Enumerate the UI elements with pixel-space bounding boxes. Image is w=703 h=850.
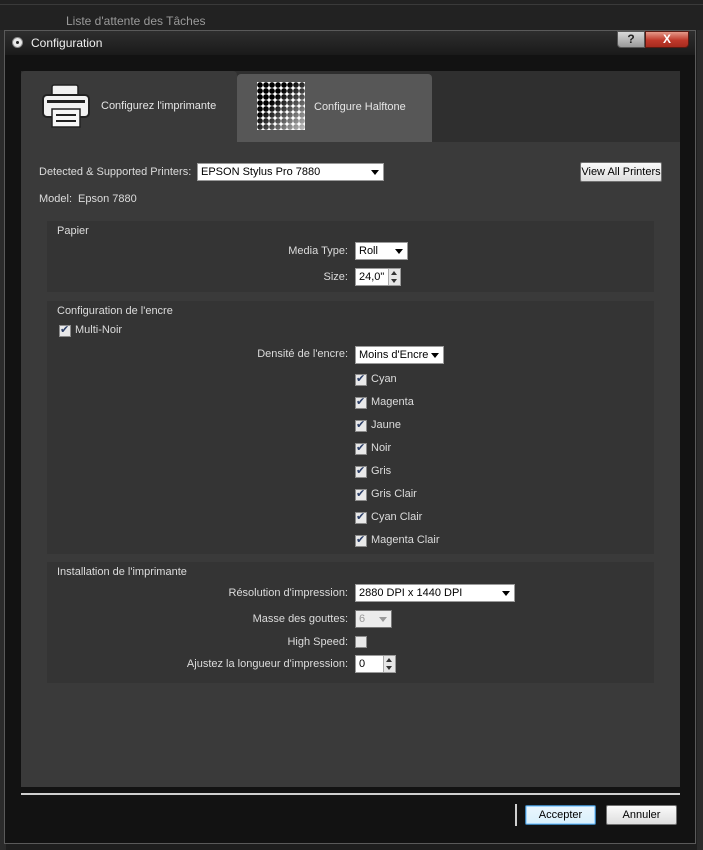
ink-label: Noir — [371, 442, 392, 454]
background-window-title: Liste d'attente des Tâches — [66, 14, 206, 28]
densite-select[interactable]: Moins d'Encre — [355, 346, 444, 364]
view-all-printers-button[interactable]: View All Printers — [580, 162, 662, 182]
densite-label: Densité de l'encre: — [257, 348, 348, 360]
stepper-up-icon[interactable] — [386, 658, 392, 662]
help-button[interactable]: ? — [617, 31, 645, 48]
close-button[interactable]: X — [645, 31, 689, 48]
tab-configure-halftone-label: Configure Halftone — [314, 101, 406, 113]
app-icon — [12, 37, 23, 48]
ink-checkbox-jaune[interactable] — [355, 418, 367, 432]
model-value: Epson 7880 — [78, 193, 137, 205]
longueur-label: Ajustez la longueur d'impression: — [186, 658, 348, 670]
tab-configure-halftone[interactable]: Configure Halftone — [237, 74, 432, 142]
ink-checkbox-gris-clair[interactable] — [355, 487, 367, 501]
cancel-button[interactable]: Annuler — [606, 805, 677, 825]
longueur-value: 0 — [359, 658, 366, 670]
configuration-dialog: Configuration ? X Configurez l'imprimant… — [4, 30, 696, 844]
papier-section: Papier Media Type: Roll Size: 24,0" — [47, 221, 654, 292]
detected-printers-value: EPSON Stylus Pro 7880 — [201, 166, 321, 178]
masse-label: Masse des gouttes: — [252, 613, 348, 625]
background-window-right-edge — [697, 30, 703, 850]
chevron-down-icon — [371, 170, 379, 175]
printer-icon — [42, 84, 90, 128]
stepper-down-icon[interactable] — [391, 279, 397, 283]
tab-configure-printer[interactable]: Configurez l'imprimante — [21, 71, 237, 142]
detected-printers-select[interactable]: EPSON Stylus Pro 7880 — [197, 163, 384, 181]
chevron-down-icon — [379, 617, 387, 622]
accept-button[interactable]: Accepter — [525, 805, 596, 825]
size-label: Size: — [323, 271, 348, 283]
chevron-down-icon — [502, 591, 510, 596]
resolution-select[interactable]: 2880 DPI x 1440 DPI — [355, 584, 515, 602]
chevron-down-icon — [431, 353, 439, 358]
ink-label: Gris Clair — [371, 488, 417, 500]
media-type-label: Media Type: — [288, 245, 348, 257]
resolution-value: 2880 DPI x 1440 DPI — [359, 587, 463, 599]
resolution-label: Résolution d'impression: — [228, 587, 349, 599]
ink-label: Gris — [371, 465, 392, 477]
encre-section: Configuration de l'encre Multi-Noir Dens… — [47, 301, 654, 554]
masse-select[interactable]: 6 — [355, 610, 392, 628]
dialog-titlebar[interactable]: Configuration ? X — [5, 31, 695, 55]
footer-separator — [21, 793, 680, 795]
size-stepper[interactable]: 24,0" — [355, 268, 401, 286]
multi-noir-label: Multi-Noir — [75, 324, 123, 336]
background-window-border — [0, 4, 703, 5]
high-speed-label: High Speed: — [287, 636, 348, 648]
detected-printers-label: Detected & Supported Printers: — [39, 166, 192, 178]
ink-label: Magenta — [371, 396, 414, 408]
stepper-up-icon[interactable] — [391, 271, 397, 275]
background-window-titlebar: Liste d'attente des Tâches — [0, 0, 703, 30]
ink-label: Cyan Clair — [371, 511, 423, 523]
stepper-buttons[interactable] — [383, 656, 395, 672]
ink-label: Jaune — [371, 419, 401, 431]
installation-section: Installation de l'imprimante Résolution … — [47, 562, 654, 683]
ink-checkbox-magenta[interactable] — [355, 395, 367, 409]
ink-checkbox-gris[interactable] — [355, 464, 367, 478]
stepper-buttons[interactable] — [388, 269, 400, 285]
dialog-title: Configuration — [31, 36, 103, 50]
masse-value: 6 — [359, 613, 366, 625]
model-label: Model: — [39, 193, 73, 205]
ink-checkbox-cyan-clair[interactable] — [355, 510, 367, 524]
tab-configure-printer-label: Configurez l'imprimante — [101, 100, 217, 112]
encre-title: Configuration de l'encre — [57, 305, 173, 317]
densite-value: Moins d'Encre — [359, 349, 429, 361]
ink-checkbox-cyan[interactable] — [355, 372, 367, 386]
papier-title: Papier — [57, 225, 89, 237]
chevron-down-icon — [395, 249, 403, 254]
size-value: 24,0" — [359, 271, 385, 283]
high-speed-checkbox[interactable] — [355, 636, 367, 648]
configure-printer-panel: Detected & Supported Printers: EPSON Sty… — [21, 142, 680, 787]
ink-checkbox-magenta-clair[interactable] — [355, 533, 367, 547]
footer-divider — [515, 804, 517, 826]
ink-label: Cyan — [371, 373, 397, 385]
media-type-value: Roll — [359, 245, 378, 257]
media-type-select[interactable]: Roll — [355, 242, 408, 260]
installation-title: Installation de l'imprimante — [57, 566, 187, 578]
longueur-stepper[interactable]: 0 — [355, 655, 396, 673]
halftone-icon — [257, 82, 305, 130]
dialog-client-area: Configurez l'imprimante Configure Halfto… — [21, 71, 680, 787]
stepper-down-icon[interactable] — [386, 666, 392, 670]
multi-noir-checkbox[interactable] — [59, 323, 71, 337]
ink-label: Magenta Clair — [371, 534, 440, 546]
ink-checkbox-noir[interactable] — [355, 441, 367, 455]
